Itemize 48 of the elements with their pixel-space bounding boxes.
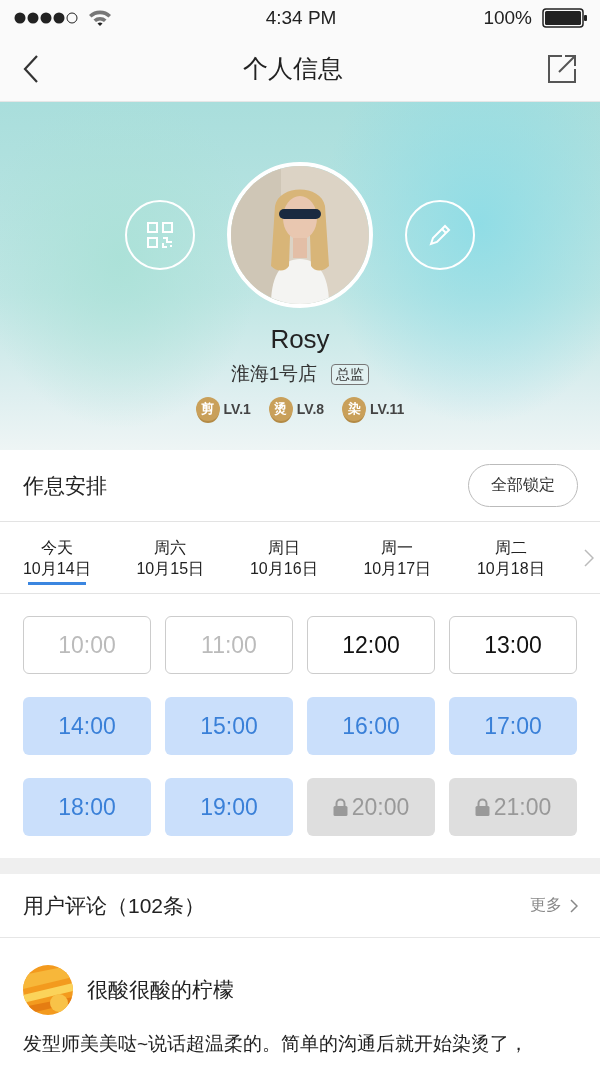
- page-title: 个人信息: [243, 53, 343, 84]
- pencil-icon: [427, 222, 453, 248]
- section-title: 用户评论（102条）: [23, 892, 206, 919]
- day-tab[interactable]: 周一 10月17日: [340, 522, 454, 593]
- time-slot[interactable]: 20:00: [307, 778, 435, 836]
- stylist-name: Rosy: [270, 324, 330, 355]
- day-tab[interactable]: 周二 10月18日: [454, 522, 568, 593]
- signal-icon: [14, 12, 80, 24]
- clock-time: 4:34 PM: [265, 7, 337, 29]
- time-slot[interactable]: 11:00: [165, 616, 293, 674]
- lock-icon: [474, 798, 490, 816]
- time-slot[interactable]: 18:00: [23, 778, 151, 836]
- skill-level: LV.11: [370, 401, 405, 417]
- day-tab[interactable]: 今天 10月14日: [0, 522, 114, 593]
- skill-medal: 染: [342, 397, 367, 421]
- wifi-icon: [88, 9, 112, 27]
- time-slot[interactable]: 15:00: [165, 697, 293, 755]
- more-link[interactable]: 更多: [530, 895, 578, 916]
- skill-medal: 烫: [268, 397, 293, 421]
- skill-level: LV.1: [223, 401, 251, 417]
- chevron-right-icon[interactable]: [584, 548, 594, 567]
- role-tag: 总监: [331, 363, 370, 385]
- skill-level: LV.8: [296, 401, 325, 417]
- time-slot[interactable]: 14:00: [23, 697, 151, 755]
- section-title: 作息安排: [23, 472, 107, 499]
- qr-code-button[interactable]: [125, 200, 195, 270]
- skill-medal: 剪: [195, 397, 220, 421]
- lock-all-button[interactable]: 全部锁定: [468, 464, 578, 507]
- day-tab[interactable]: 周六 10月15日: [113, 522, 227, 593]
- time-slot[interactable]: 21:00: [449, 778, 577, 836]
- store-name: 淮海1号店: [230, 362, 318, 386]
- battery-icon: [542, 8, 588, 28]
- edit-button[interactable]: [405, 200, 475, 270]
- back-icon[interactable]: [22, 53, 40, 84]
- time-slot[interactable]: 16:00: [307, 697, 435, 755]
- time-slot[interactable]: 19:00: [165, 778, 293, 836]
- time-slot[interactable]: 17:00: [449, 697, 577, 755]
- time-slot[interactable]: 13:00: [449, 616, 577, 674]
- time-slot[interactable]: 10:00: [23, 616, 151, 674]
- share-icon[interactable]: [546, 52, 578, 85]
- day-tab[interactable]: 周日 10月16日: [227, 522, 341, 593]
- chevron-right-icon: [570, 898, 578, 913]
- time-slot[interactable]: 12:00: [307, 616, 435, 674]
- reviewer-name: 很酸很酸的柠檬: [87, 977, 234, 1003]
- review-text: 发型师美美哒~说话超温柔的。简单的沟通后就开始染烫了，: [23, 1032, 530, 1056]
- qr-code-icon: [146, 221, 174, 249]
- lock-icon: [332, 798, 348, 816]
- battery-percent: 100%: [483, 7, 532, 29]
